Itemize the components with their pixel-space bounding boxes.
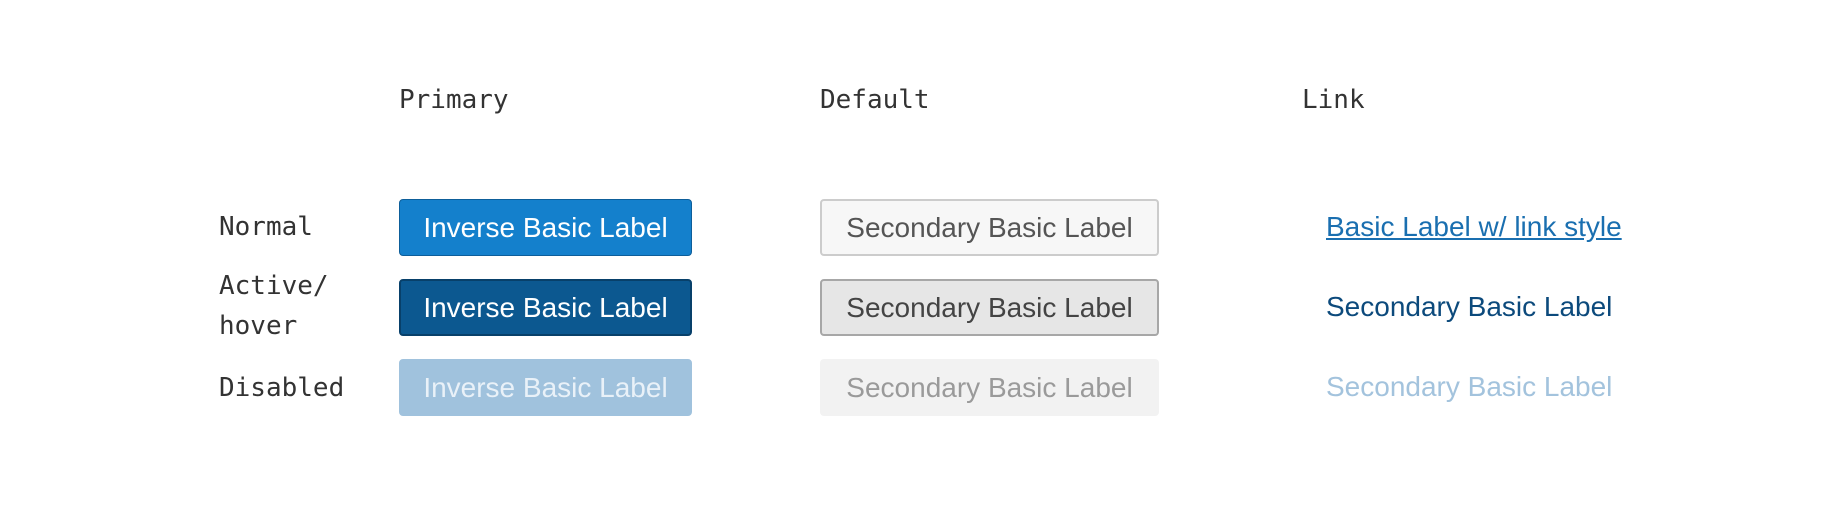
row-label-normal: Normal <box>219 212 313 242</box>
column-header-default: Default <box>820 85 930 115</box>
primary-button-active[interactable]: Inverse Basic Label <box>399 279 692 336</box>
primary-button-normal[interactable]: Inverse Basic Label <box>399 199 692 256</box>
link-button-active[interactable]: Secondary Basic Label <box>1326 290 1612 324</box>
row-label-active-line2: hover <box>219 311 298 341</box>
primary-button-disabled: Inverse Basic Label <box>399 359 692 416</box>
link-button-disabled: Secondary Basic Label <box>1326 371 1613 402</box>
row-label-disabled: Disabled <box>219 373 345 403</box>
row-label-active-line1: Active/ <box>219 271 329 301</box>
row-label-active-hover: Active/ hover <box>219 266 329 346</box>
link-button-normal[interactable]: Basic Label w/ link style <box>1326 210 1622 244</box>
column-header-primary: Primary <box>399 85 509 115</box>
default-button-active[interactable]: Secondary Basic Label <box>820 279 1159 336</box>
column-header-link: Link <box>1302 85 1365 115</box>
default-button-disabled: Secondary Basic Label <box>820 359 1159 416</box>
default-button-normal[interactable]: Secondary Basic Label <box>820 199 1159 256</box>
